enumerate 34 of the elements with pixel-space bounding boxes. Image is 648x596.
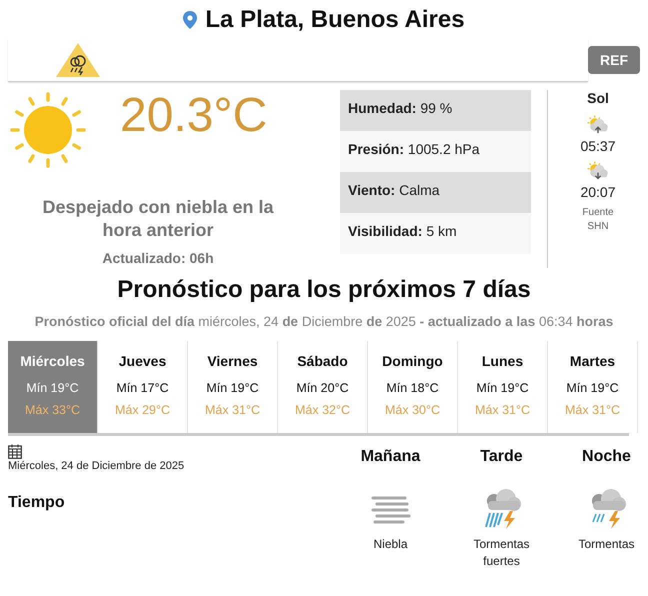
period-heading: Mañana: [360, 447, 422, 467]
sunrise-time: 05:37: [580, 138, 616, 154]
day-tab[interactable]: Miércoles Mín 19°C Máx 33°C: [8, 341, 98, 433]
day-tab[interactable]: Sábado Mín 20°C Máx 32°C: [278, 341, 368, 433]
day-tab[interactable]: Jueves Mín 17°C Máx 29°C: [98, 341, 188, 433]
stat-text: Presión: 1005.2 hPa: [348, 141, 480, 157]
detail-date: Miércoles, 24 de Diciembre de 2025: [8, 460, 186, 472]
stat-text: Humedad: 99 %: [348, 100, 452, 116]
ref-button[interactable]: REF: [588, 46, 640, 74]
condition-label: Tormentas: [577, 536, 636, 553]
temperature: 20.3°C: [120, 90, 268, 142]
forecast-subtitle: Pronóstico oficial del día miércoles, 24 de Diciembre de 2025 - actualizado a las 06:34 horas: [34, 314, 614, 329]
stat-text: Visibilidad: 5 km: [348, 223, 457, 239]
location-pin-icon: [183, 11, 198, 29]
updated-time: Actualizado: 06h: [101, 250, 215, 266]
condition-label: Tormentas fuertes: [472, 536, 531, 570]
period-heading: Tarde: [479, 447, 524, 467]
row-label: Tiempo: [8, 494, 66, 512]
forecast-title: Pronóstico para los próximos 7 días: [116, 276, 532, 304]
day-tab[interactable]: Viernes Mín 19°C Máx 31°C: [188, 341, 278, 433]
condition-label: Niebla: [372, 536, 409, 553]
data-source: Fuente SHN: [582, 206, 614, 234]
stat-text: Viento: Calma: [348, 182, 440, 198]
weather-description: Despejado con niebla en la hora anterior: [41, 196, 275, 242]
sun-title: Sol: [587, 90, 609, 106]
day-tab[interactable]: Martes Mín 19°C Máx 31°C: [548, 341, 638, 433]
calendar-icon: [8, 444, 22, 459]
day-tab[interactable]: Domingo Mín 18°C Máx 30°C: [368, 341, 458, 433]
day-tab[interactable]: Lunes Mín 19°C Máx 31°C: [458, 341, 548, 433]
period-heading: Noche: [581, 447, 632, 467]
sunset-time: 20:07: [580, 184, 616, 200]
location-title: La Plata, Buenos Aires: [205, 6, 465, 34]
sun-icon: [8, 90, 88, 170]
storm-warning-icon: [55, 42, 101, 78]
